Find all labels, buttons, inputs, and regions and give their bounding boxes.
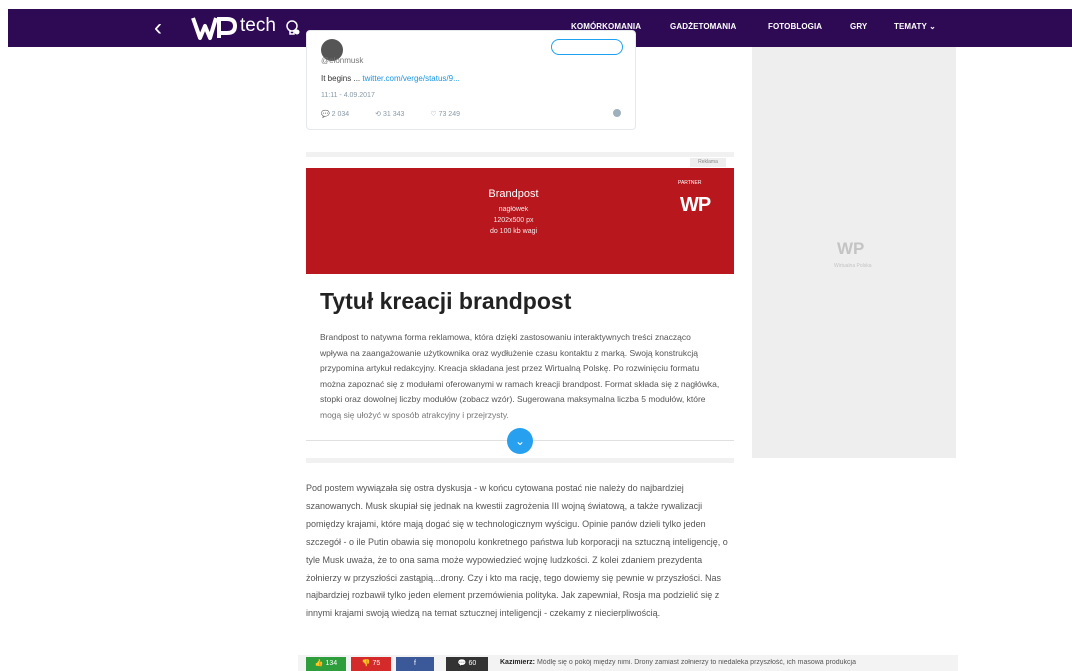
retweet-count-value: 31 343 — [382, 111, 405, 118]
comment-text: Módlę się o pokój między nimi. Drony zam… — [536, 659, 856, 666]
nav-item-gry[interactable]: GRY — [850, 22, 867, 31]
nav-item-fotoblogia[interactable]: FOTOBLOGIA — [768, 22, 822, 31]
comment-author: Kazimierz: — [500, 659, 536, 666]
comments-button-count: 60 — [468, 660, 477, 667]
brand-section-name[interactable]: tech — [240, 14, 276, 38]
tweet-body-text: It begins ... — [321, 74, 361, 83]
tweet-stats: 💬 2 034 ⟲ 31 343 ♡ 73 249 — [321, 110, 484, 118]
banner-spec-line-3: do 100 kb wagi — [489, 228, 538, 235]
comment-preview[interactable]: Kazimierz: Módlę się o pokój między nimi… — [500, 659, 950, 666]
wp-logo-icon[interactable] — [191, 15, 239, 41]
reply-count-value: 2 034 — [331, 111, 350, 118]
chevron-down-icon: ⌄ — [929, 22, 936, 31]
tweet-link[interactable]: twitter.com/verge/status/9... — [362, 74, 459, 83]
ad-separator-bottom — [306, 458, 734, 463]
banner-title: Brandpost — [488, 188, 539, 200]
dislike-button-count: 75 — [372, 660, 381, 667]
like-button-count: 134 — [325, 660, 338, 667]
brandpost-title[interactable]: Tytuł kreacji brandpost — [320, 288, 571, 315]
expand-chevron-icon[interactable]: ⌄ — [507, 428, 533, 454]
brandpost-banner[interactable]: Brandpost nagłówek 1202x500 px do 100 kb… — [306, 168, 734, 274]
banner-spec-line-2: 1202x500 px — [493, 217, 534, 224]
partner-logo: WP — [680, 194, 711, 216]
like-count[interactable]: ♡ 73 249 — [430, 111, 472, 118]
banner-spec-line-1: nagłówek — [498, 206, 529, 213]
tweet-handle[interactable]: @elonmusk — [321, 56, 363, 65]
banner-specs: nagłówek 1202x500 px do 100 kb wagi — [306, 204, 721, 237]
sidebar-wp-logo: WP — [837, 239, 865, 258]
embedded-tweet: @elonmusk It begins ... twitter.com/verg… — [306, 30, 636, 130]
dislike-button[interactable]: 👎 75 — [351, 657, 391, 671]
info-icon[interactable] — [613, 109, 621, 117]
lightbulb-icon — [286, 20, 300, 35]
sidebar-ad-placeholder[interactable]: WP Wirtualna Polska — [752, 47, 956, 458]
back-arrow-icon[interactable]: ‹ — [154, 15, 162, 41]
ad-separator-top — [306, 152, 734, 157]
tweet-timestamp[interactable]: 11:11 - 4.09.2017 — [321, 92, 375, 99]
nav-item-tematy[interactable]: TEMATY ⌄ — [894, 22, 936, 31]
partner-label: PARTNER — [678, 180, 702, 186]
sidebar-caption: Wirtualna Polska — [834, 263, 872, 269]
reply-count[interactable]: 💬 2 034 — [321, 111, 361, 118]
like-button[interactable]: 👍 134 — [306, 657, 346, 671]
like-count-value: 73 249 — [438, 111, 460, 118]
comments-button[interactable]: 💬 60 — [446, 657, 488, 671]
follow-button[interactable] — [551, 39, 623, 55]
facebook-share-button[interactable]: f — [396, 657, 434, 671]
nav-item-tematy-label: TEMATY — [894, 22, 927, 31]
article-paragraph: Pod postem wywiązała się ostra dyskusja … — [306, 483, 728, 619]
tweet-text: It begins ... twitter.com/verge/status/9… — [321, 74, 460, 83]
nav-item-gadzetomania[interactable]: GADŻETOMANIA — [670, 22, 736, 31]
ad-label: Reklama — [690, 158, 726, 167]
retweet-count[interactable]: ⟲ 31 343 — [375, 111, 416, 118]
